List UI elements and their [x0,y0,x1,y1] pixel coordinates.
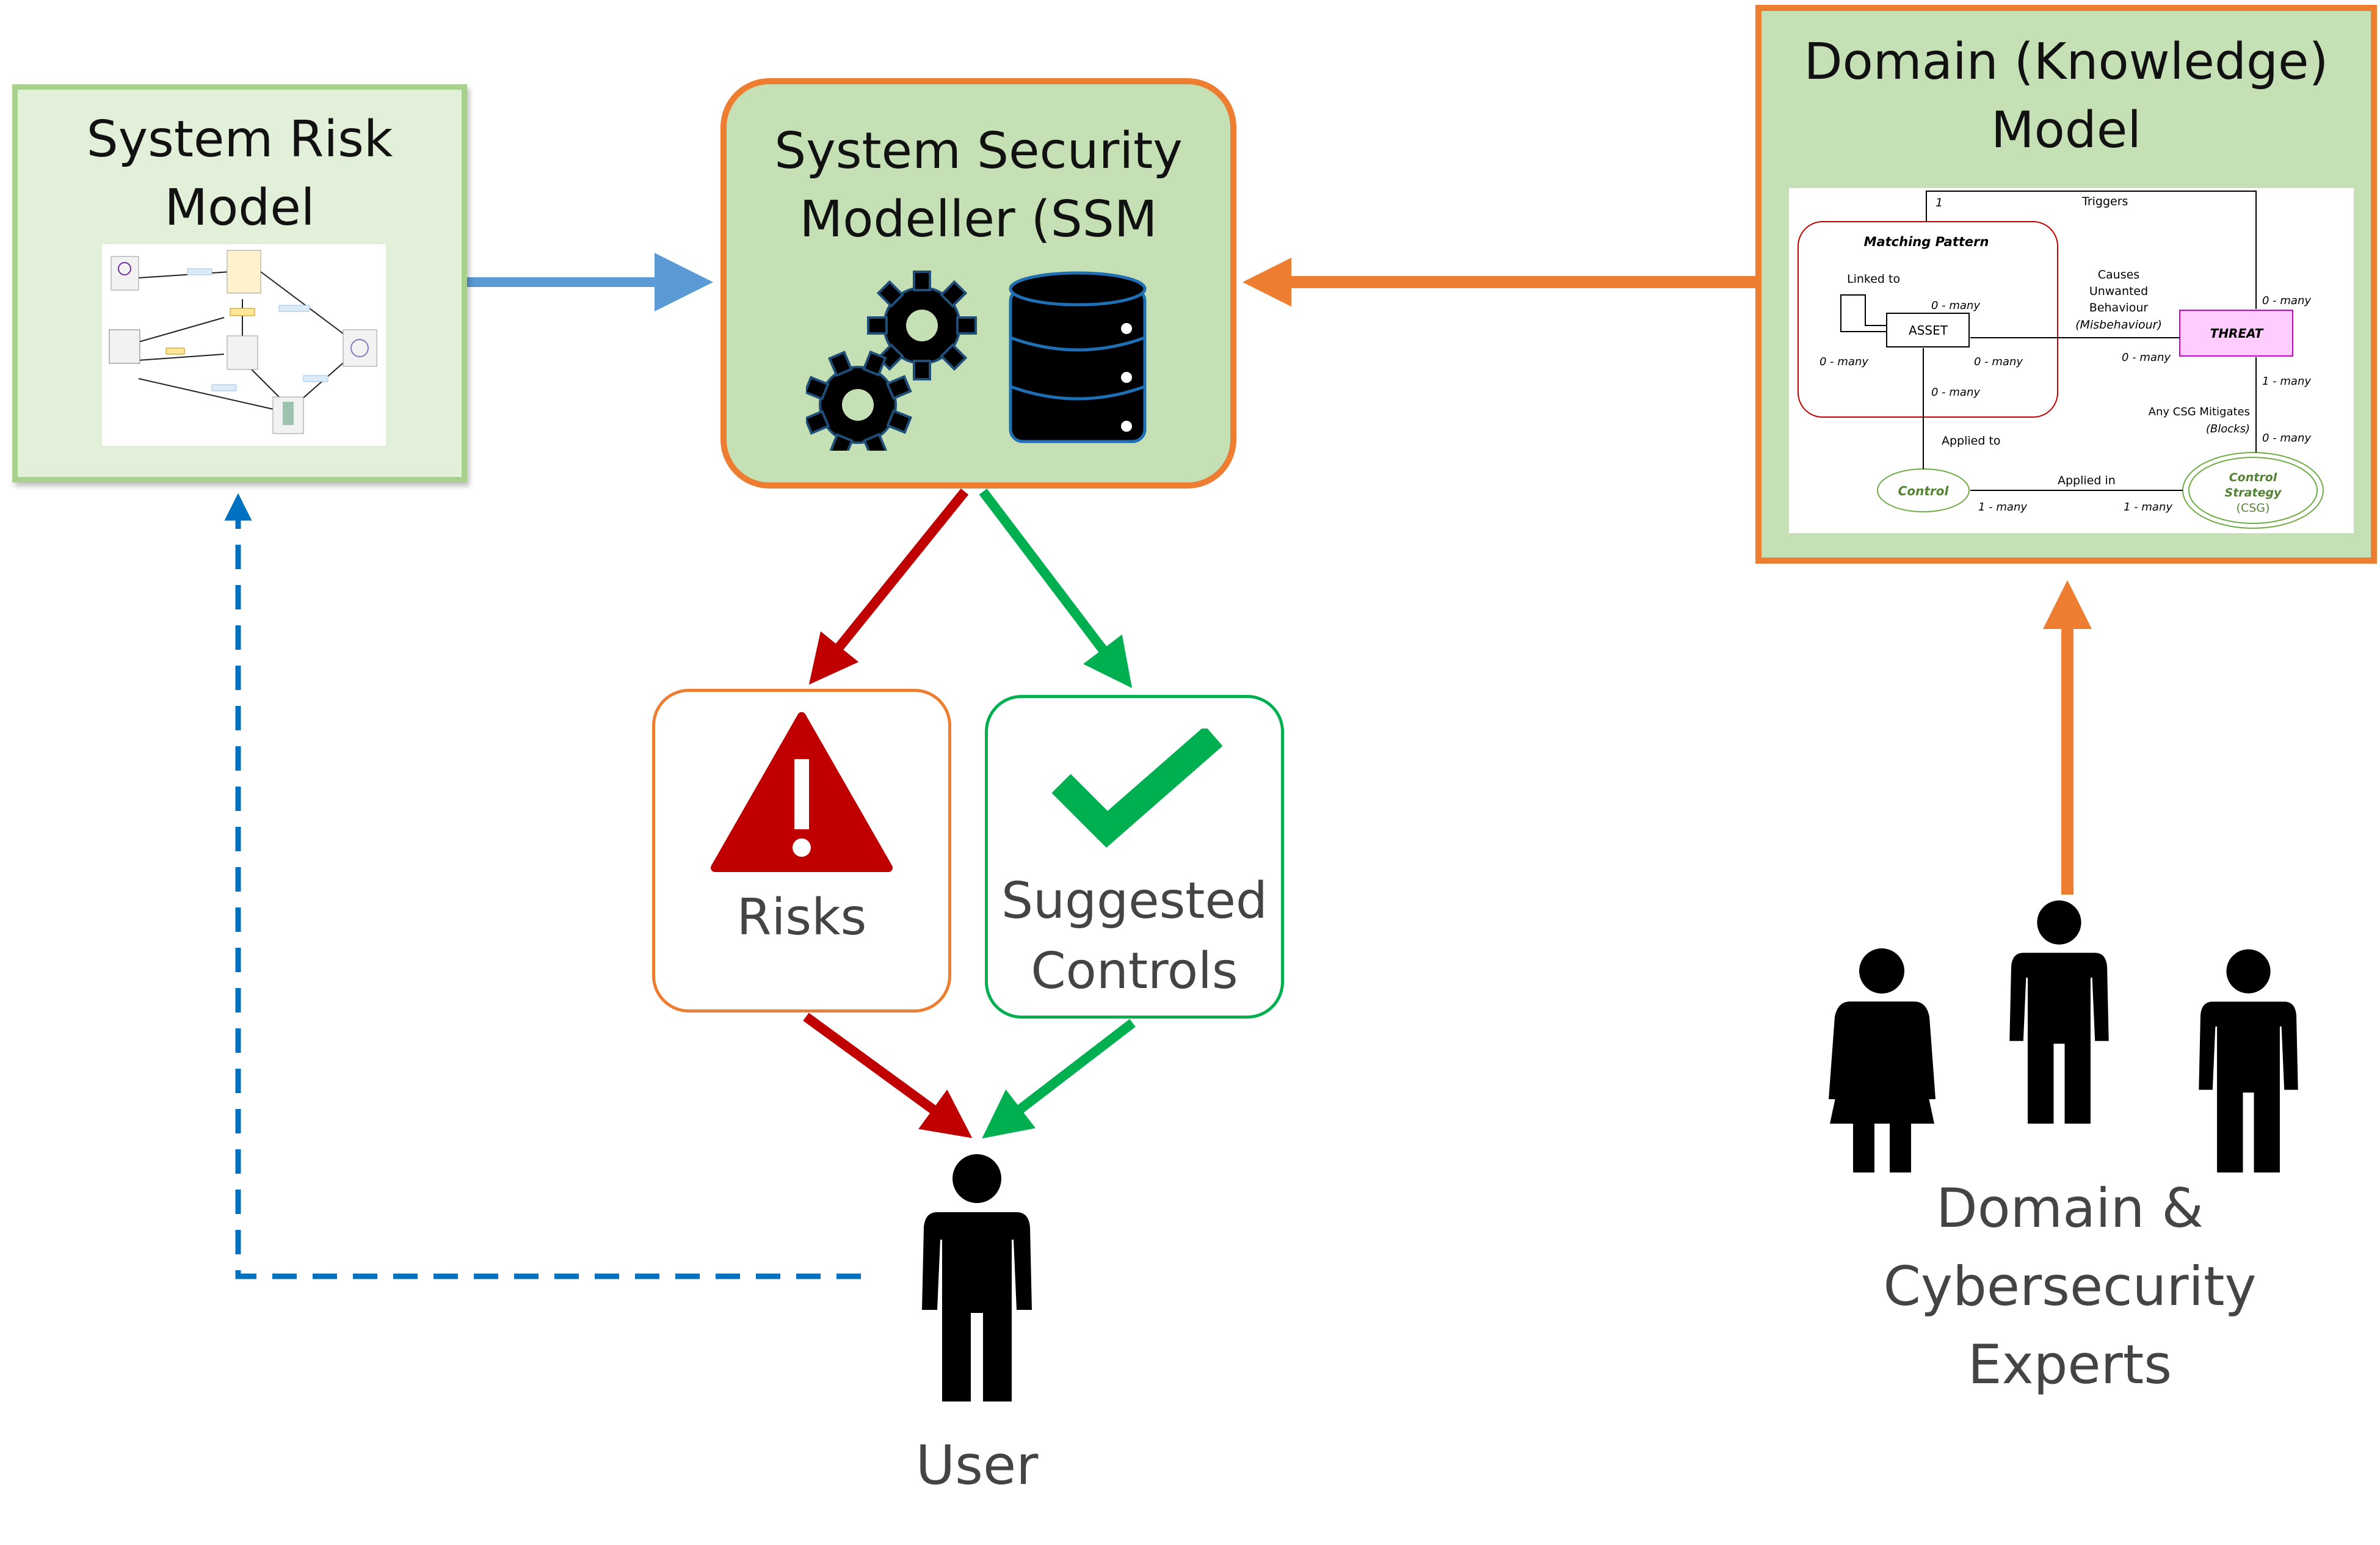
svg-text:(Blocks): (Blocks) [2206,423,2250,435]
title-line-2: Model [1990,101,2142,159]
svg-text:0 - many: 0 - many [2262,432,2311,445]
svg-text:Applied to: Applied to [1942,434,2001,448]
svg-text:0 - many: 0 - many [1931,299,1980,312]
label-line-2: Controls [1031,942,1238,1000]
system-model-thumbnail [102,244,386,446]
risks-box[interactable]: Risks [652,689,951,1012]
title-line-1: System Risk [86,111,393,169]
label-line-3: Experts [1967,1333,2172,1396]
svg-text:1 - many: 1 - many [1978,501,2027,514]
svg-text:Control: Control [2229,471,2277,484]
svg-text:Unwanted: Unwanted [2089,285,2148,298]
arrow-ssm-to-controls [979,489,1133,688]
experts-group [1826,898,2314,1172]
female-expert-icon [1829,948,1936,1172]
user-icon [922,1154,1032,1401]
arrow-ssm-to-risks [808,488,969,685]
risks-label: Risks [736,889,867,947]
svg-text:Strategy: Strategy [2225,486,2283,500]
svg-text:(CSG): (CSG) [2237,501,2270,515]
db-node [227,335,258,370]
control-label: Control [1898,484,1950,498]
svg-text:1 - many: 1 - many [2124,501,2172,514]
folder-node [227,250,261,294]
svg-text:(Misbehaviour): (Misbehaviour) [2075,318,2162,332]
ssm-title: System Security Modeller (SSM [727,117,1230,254]
database-icon [1009,271,1147,443]
title-line-2: Model [164,179,315,237]
suggested-controls-label: Suggested Controls [988,866,1281,1006]
domain-model-title: Domain (Knowledge) Model [1761,28,2371,165]
experts-label: Domain & Cybersecurity Experts [1832,1169,2308,1404]
gears-icon [806,271,977,451]
system-risk-model-title: System Risk Model [18,106,462,242]
male-expert-icon-2 [2199,949,2298,1172]
matching-pattern-label: Matching Pattern [1864,234,1989,249]
system-risk-model-box[interactable]: System Risk Model [12,84,467,482]
svg-text:Behaviour: Behaviour [2089,301,2149,314]
threat-label: THREAT [2210,326,2264,341]
arrow-risks-to-user [803,1012,973,1138]
domain-model-diagram: Matching Pattern ASSET THREAT Control Co… [1789,188,2354,533]
title-line-2: Modeller (SSM [799,191,1158,249]
label-line-1: Domain & [1936,1177,2204,1240]
domain-model-box[interactable]: Domain (Knowledge) Model Matching Patter… [1755,5,2377,564]
svg-text:Linked to: Linked to [1847,272,1900,286]
male-expert-icon [2009,900,2109,1124]
cloud-node [343,329,377,367]
svg-text:0 - many: 0 - many [1931,386,1980,399]
svg-text:1: 1 [1936,196,1943,209]
svg-text:Triggers: Triggers [2081,195,2128,208]
title-line-1: System Security [774,122,1183,180]
svg-text:Any CSG Mitigates: Any CSG Mitigates [2149,405,2250,418]
title-line-1: Domain (Knowledge) [1804,33,2329,91]
svg-text:0 - many: 0 - many [2122,351,2171,364]
ssm-box[interactable]: System Security Modeller (SSM [720,78,1236,489]
server-node [272,396,304,434]
actor-node [111,256,139,291]
warning-icon [711,712,893,872]
suggested-controls-box[interactable]: Suggested Controls [985,695,1284,1019]
label-line-2: Cybersecurity [1883,1255,2257,1318]
user-label: User [915,1434,1039,1497]
svg-text:Causes: Causes [2098,268,2139,282]
svg-text:1 - many: 1 - many [2262,375,2311,388]
label-line-1: Suggested [1001,872,1268,930]
svg-text:0 - many: 0 - many [2262,294,2311,307]
host-node [109,329,140,364]
asset-label: ASSET [1909,323,1948,338]
arrow-controls-to-user [982,1019,1136,1139]
svg-text:0 - many: 0 - many [1819,355,1868,368]
svg-text:0 - many: 0 - many [1974,355,2023,368]
checkmark-icon [1051,729,1223,848]
svg-text:Applied in: Applied in [2058,474,2116,487]
